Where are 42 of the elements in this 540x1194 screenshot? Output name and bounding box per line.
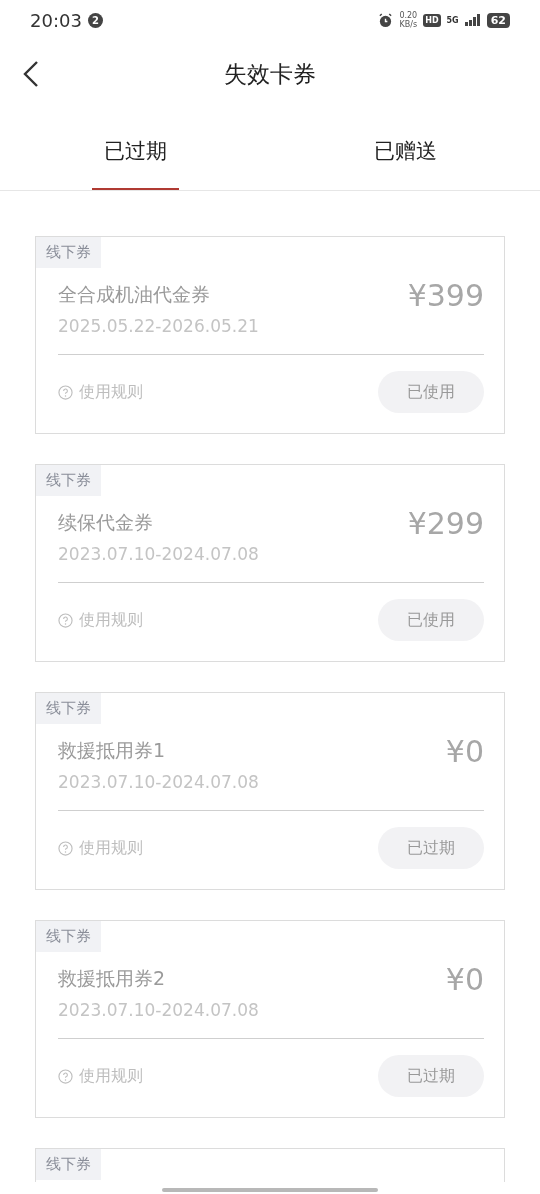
help-icon[interactable]: [58, 1068, 73, 1084]
tab[interactable]: 已过期: [91, 114, 179, 190]
back-icon[interactable]: [22, 60, 40, 88]
signal-icon: [464, 14, 481, 26]
network-speed: 0.20 KB/s: [399, 11, 418, 29]
home-indicator[interactable]: [162, 1188, 378, 1192]
usage-rules-link[interactable]: 使用规则: [79, 1065, 143, 1087]
coupon-price: ¥0: [445, 734, 484, 771]
coupon-status-button[interactable]: 已使用: [378, 599, 484, 641]
help-icon[interactable]: [58, 612, 73, 628]
coupon-tag: 线下券: [36, 237, 101, 268]
usage-rules-link[interactable]: 使用规则: [79, 609, 143, 631]
coupon-price: ¥0: [445, 962, 484, 999]
validity-dates: 2023.07.10-2024.07.08: [58, 1000, 259, 1020]
help-icon[interactable]: [58, 384, 73, 400]
notification-badge: 2: [87, 12, 103, 28]
usage-rules-link[interactable]: 使用规则: [79, 837, 143, 859]
coupon-status-button[interactable]: 已过期: [378, 1055, 484, 1097]
coupon-tag: 线下券: [36, 465, 101, 496]
help-icon[interactable]: [58, 840, 73, 856]
coupon-name: 救援抵用券1: [58, 738, 167, 763]
battery-indicator: 62: [486, 12, 510, 28]
page-title: 失效卡券: [224, 59, 316, 89]
coupon-name: 救援抵用券2: [58, 966, 167, 991]
coupon-price: ¥399: [407, 278, 484, 315]
validity-dates: 2025.05.22-2026.05.21: [58, 316, 259, 336]
coupon-tag: 线下券: [36, 693, 101, 724]
alarm-icon: [378, 12, 394, 28]
validity-dates: 2023.07.10-2024.07.08: [58, 544, 259, 564]
usage-rules-link[interactable]: 使用规则: [79, 381, 143, 403]
hd-indicator: HD: [423, 13, 441, 27]
coupon-name: 全合成机油代金券: [58, 282, 211, 307]
status-time: 20:03: [30, 9, 82, 31]
coupon-status-button[interactable]: 已使用: [378, 371, 484, 413]
coupon-name: 续保代金券: [58, 510, 154, 535]
coupon-price: ¥299: [407, 506, 484, 543]
network-type: 5G: [446, 15, 459, 25]
coupon-tag: 线下券: [36, 921, 101, 952]
validity-dates: 2023.07.10-2024.07.08: [58, 772, 259, 792]
coupon-status-button[interactable]: 已过期: [378, 827, 484, 869]
coupon-tag: 线下券: [36, 1149, 101, 1180]
tab[interactable]: 已赠送: [361, 114, 449, 190]
